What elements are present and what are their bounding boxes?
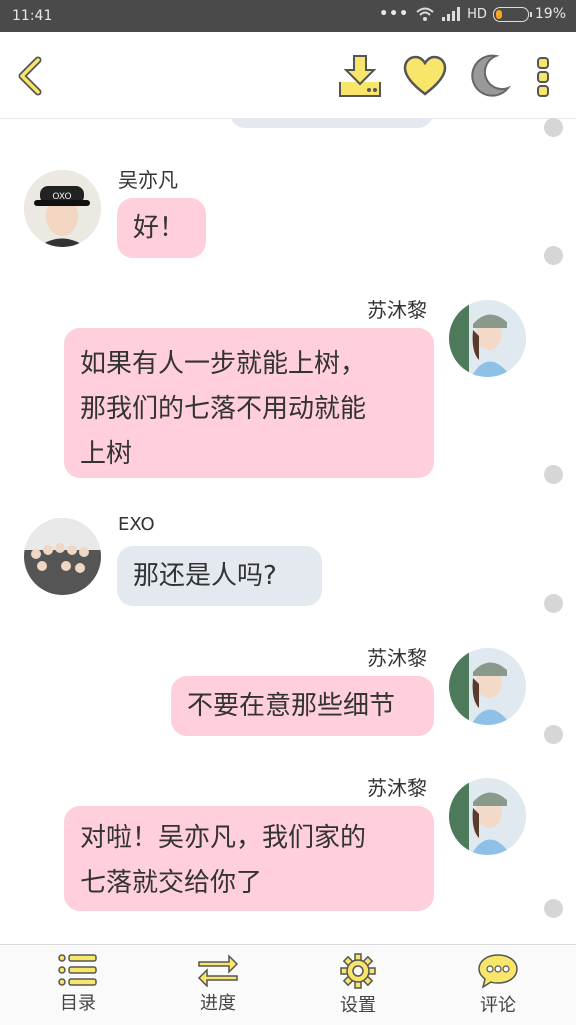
avatar[interactable] xyxy=(449,778,526,855)
favorite-button[interactable] xyxy=(401,52,449,100)
sender-name: EXO xyxy=(118,514,155,535)
network-label: HD xyxy=(467,6,487,22)
previous-message-bubble xyxy=(230,118,433,128)
avatar[interactable] xyxy=(24,518,101,595)
avatar-image xyxy=(449,648,526,725)
avatar-cap-text: OXO xyxy=(52,192,71,202)
avatar-image: OXO xyxy=(24,170,101,247)
message-dot xyxy=(544,465,563,484)
avatar-image xyxy=(449,778,526,855)
download-button[interactable] xyxy=(336,52,384,100)
message-text-line: 七落就交给你了 xyxy=(80,868,263,898)
message-bubble[interactable]: 好！ xyxy=(117,198,206,258)
nav-item-catalog[interactable]: 目录 xyxy=(28,953,128,1015)
message-text-line: 上树 xyxy=(80,439,133,469)
message-dot xyxy=(544,594,563,613)
top-toolbar xyxy=(0,32,576,119)
sender-name: 吴亦凡 xyxy=(118,168,178,192)
sender-name: 苏沐黎 xyxy=(367,776,427,800)
comment-icon xyxy=(478,954,518,989)
avatar[interactable] xyxy=(449,300,526,377)
message-dot xyxy=(544,118,563,137)
message-dot xyxy=(544,246,563,265)
moon-icon xyxy=(471,54,511,97)
swap-icon xyxy=(197,954,239,987)
wifi-icon xyxy=(416,7,434,21)
message-dot xyxy=(544,899,563,918)
battery-icon xyxy=(492,6,532,22)
nav-item-settings[interactable]: 设置 xyxy=(308,953,408,1017)
status-time: 11:41 xyxy=(12,8,53,24)
nav-label: 评论 xyxy=(480,995,516,1016)
more-vertical-icon xyxy=(537,57,549,97)
list-icon xyxy=(58,954,97,986)
message-bubble[interactable]: 不要在意那些细节 xyxy=(171,676,434,736)
message-text-line: 对啦！吴亦凡，我们家的 xyxy=(80,823,367,853)
more-button[interactable] xyxy=(522,52,566,100)
nav-item-comments[interactable]: 评论 xyxy=(448,953,548,1017)
back-icon xyxy=(18,56,42,96)
message-text-line: 如果有人一步就能上树， xyxy=(80,349,367,379)
message-text: 不要在意那些细节 xyxy=(187,691,396,721)
nav-item-progress[interactable]: 进度 xyxy=(168,953,268,1015)
heart-icon xyxy=(403,55,447,96)
nav-label: 进度 xyxy=(200,993,236,1014)
nav-label: 目录 xyxy=(60,993,96,1014)
download-icon xyxy=(339,55,381,97)
more-dots-icon: ••• xyxy=(379,6,410,22)
avatar-image xyxy=(24,518,101,595)
avatar-image xyxy=(449,300,526,377)
sender-name: 苏沐黎 xyxy=(367,298,427,322)
message-text: 那还是人吗? xyxy=(133,561,277,591)
message-bubble[interactable]: 对啦！吴亦凡，我们家的 七落就交给你了 xyxy=(64,806,434,911)
message-text: 好！ xyxy=(133,213,186,243)
nav-label: 设置 xyxy=(340,995,376,1016)
message-bubble[interactable]: 如果有人一步就能上树， 那我们的七落不用动就能 上树 xyxy=(64,328,434,478)
message-text-line: 那我们的七落不用动就能 xyxy=(80,394,367,424)
bottom-nav: 目录 进度 设置 评论 xyxy=(0,944,576,1025)
chat-list[interactable]: OXO 吴亦凡 好！ 苏沐黎 如果有人一步就能上树， 那我们的七落不用动就能 上… xyxy=(0,118,576,944)
message-dot xyxy=(544,725,563,744)
signal-icon xyxy=(442,7,461,21)
status-bar: 11:41 ••• HD 19% xyxy=(0,0,576,32)
message-bubble[interactable]: 那还是人吗? xyxy=(117,546,322,606)
sender-name: 苏沐黎 xyxy=(367,646,427,670)
avatar[interactable]: OXO xyxy=(24,170,101,247)
avatar[interactable] xyxy=(449,648,526,725)
night-mode-button[interactable] xyxy=(466,52,514,100)
battery-percent: 19% xyxy=(534,6,566,22)
back-button[interactable] xyxy=(8,52,56,100)
gear-icon xyxy=(340,953,376,989)
